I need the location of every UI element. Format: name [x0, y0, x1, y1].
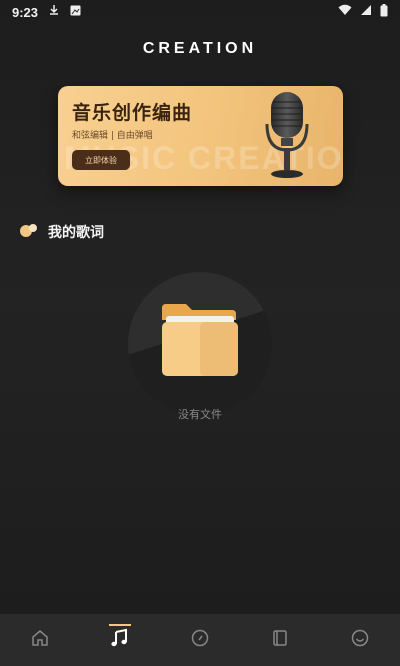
microphone-icon [257, 88, 317, 184]
tab-library[interactable] [260, 620, 300, 660]
book-icon [271, 629, 289, 651]
my-lyrics-header: 我的歌词 [18, 222, 104, 242]
tab-home[interactable] [20, 620, 60, 660]
tab-discover[interactable] [180, 620, 220, 660]
signal-icon [360, 4, 372, 20]
try-now-button[interactable]: 立即体验 [72, 150, 130, 170]
smiley-icon [351, 629, 369, 651]
wifi-icon [338, 4, 352, 20]
tab-profile[interactable] [340, 620, 380, 660]
battery-icon [380, 3, 388, 21]
folder-icon [160, 302, 240, 382]
status-bar: 9:23 [0, 0, 400, 24]
promo-banner[interactable]: MUSIC CREATION 音乐创作编曲 和弦编辑 | 自由弹唱 立即体验 [58, 86, 343, 186]
compass-icon [191, 629, 209, 651]
empty-message: 没有文件 [178, 408, 222, 421]
page-title: CREATION [142, 40, 258, 57]
banner-title: 音乐创作编曲 [72, 102, 193, 124]
home-icon [31, 629, 49, 651]
banner-subtitle: 和弦编辑 | 自由弹唱 [72, 131, 153, 141]
empty-state [128, 272, 272, 416]
tab-music[interactable] [100, 620, 140, 660]
download-icon [48, 4, 60, 20]
lyrics-bubble-icon [18, 222, 40, 242]
status-time: 9:23 [12, 4, 39, 20]
music-note-icon [110, 628, 130, 652]
section-title: 我的歌词 [48, 225, 104, 241]
bottom-tab-bar [0, 614, 400, 666]
image-icon [70, 5, 81, 20]
